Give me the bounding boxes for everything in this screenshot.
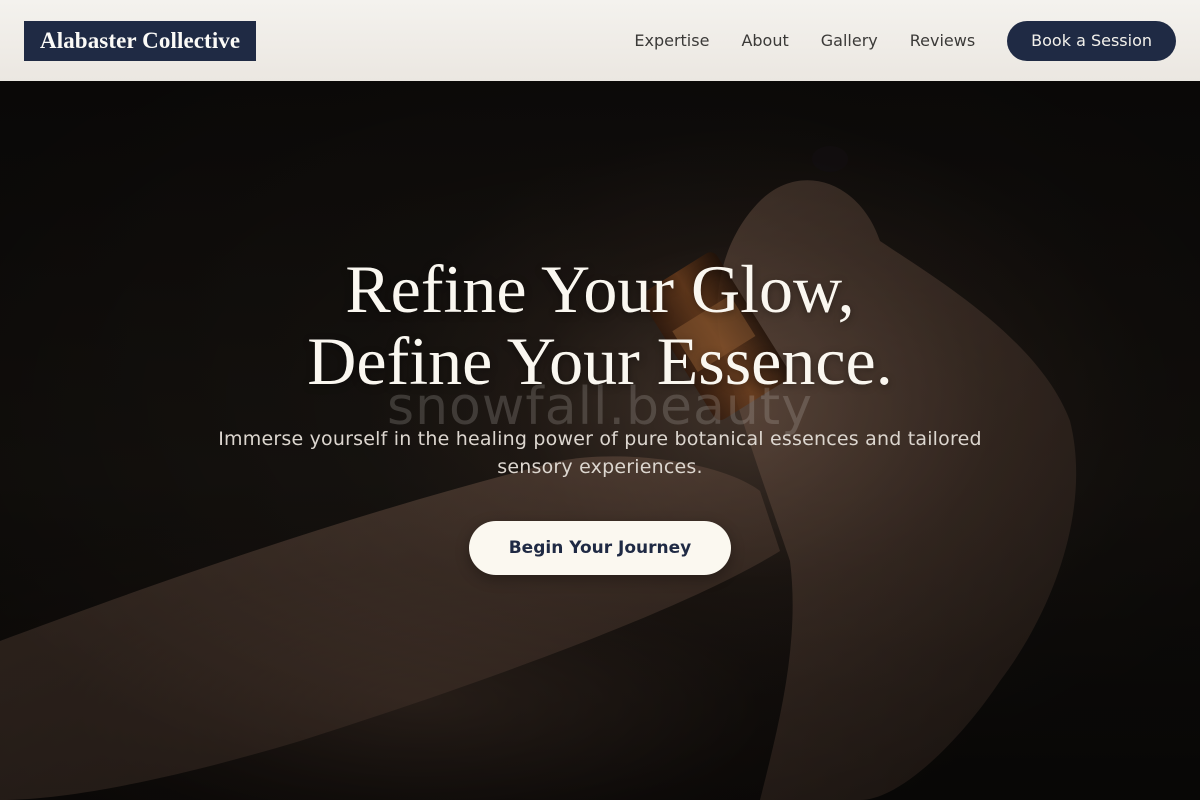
hero-title: Refine Your Glow, Define Your Essence. — [307, 253, 892, 397]
site-header: Alabaster Collective Expertise About Gal… — [0, 0, 1200, 81]
hero-title-line-1: Refine Your Glow, — [345, 251, 855, 327]
brand-logo[interactable]: Alabaster Collective — [24, 20, 257, 61]
nav-link-expertise[interactable]: Expertise — [634, 31, 709, 50]
hero-title-line-2: Define Your Essence. — [307, 323, 893, 399]
nav-link-about[interactable]: About — [741, 31, 788, 50]
nav-link-reviews[interactable]: Reviews — [910, 31, 975, 50]
hero-subtitle: Immerse yourself in the healing power of… — [218, 428, 982, 478]
begin-journey-button[interactable]: Begin Your Journey — [469, 521, 731, 575]
hero-content: Refine Your Glow, Define Your Essence. I… — [0, 253, 1200, 575]
main-nav: Expertise About Gallery Reviews Book a S… — [634, 20, 1176, 61]
book-session-button[interactable]: Book a Session — [1007, 20, 1176, 61]
nav-link-gallery[interactable]: Gallery — [821, 31, 878, 50]
hero-section: snowfall.beauty Refine Your Glow, Define… — [0, 81, 1200, 800]
